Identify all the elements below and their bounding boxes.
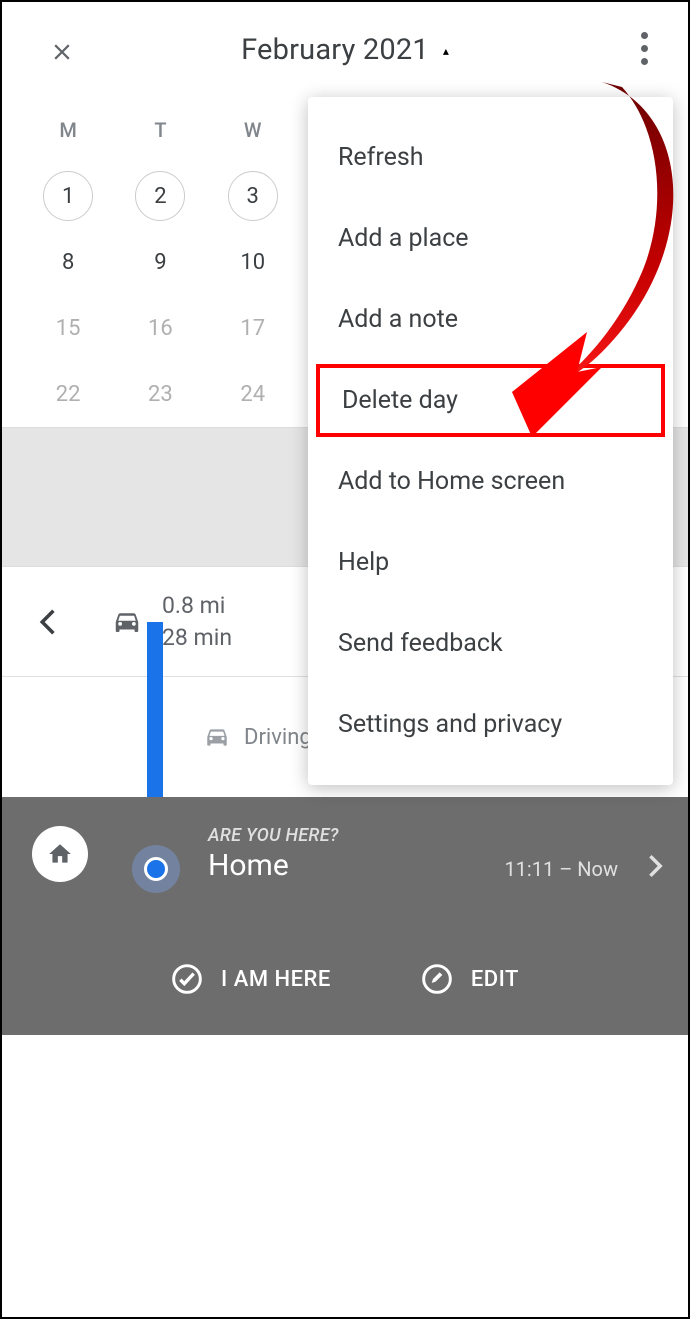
menu-item-refresh[interactable]: Refresh: [308, 117, 673, 198]
header-title: February 2021: [241, 33, 429, 67]
calendar-day[interactable]: 23: [114, 361, 206, 427]
weekday-tue: T: [114, 97, 206, 163]
place-time: 11:11 – Now: [504, 857, 618, 881]
menu-item-add-note[interactable]: Add a note: [308, 279, 673, 360]
current-location-dot: [132, 845, 180, 893]
segment-label: Driving: [202, 724, 312, 750]
place-name: Home: [208, 848, 339, 883]
calendar-day[interactable]: 22: [22, 361, 114, 427]
car-icon: [109, 607, 145, 637]
calendar-day[interactable]: 24: [207, 361, 299, 427]
menu-item-help[interactable]: Help: [308, 522, 673, 603]
calendar-day[interactable]: 16: [114, 295, 206, 361]
trip-distance: 0.8 mi: [162, 590, 232, 621]
edit-circle-icon: [421, 963, 453, 995]
calendar-day[interactable]: 2: [114, 163, 206, 229]
segment-mode: Driving: [244, 725, 312, 750]
caret-up-icon: ▴: [443, 44, 449, 58]
calendar-day[interactable]: 15: [22, 295, 114, 361]
edit-button[interactable]: EDIT: [421, 963, 519, 995]
confirm-label: I AM HERE: [221, 967, 331, 992]
weekday-wed: W: [207, 97, 299, 163]
place-actions: I AM HERE EDIT: [32, 963, 658, 995]
trip-info: 0.8 mi 28 min: [162, 590, 232, 652]
menu-item-settings-privacy[interactable]: Settings and privacy: [308, 684, 673, 765]
month-picker[interactable]: February 2021 ▴: [241, 33, 449, 67]
place-card: ARE YOU HERE? Home 11:11 – Now I AM HERE…: [2, 797, 688, 1035]
menu-item-delete-day[interactable]: Delete day: [312, 360, 669, 441]
calendar-day[interactable]: 10: [207, 229, 299, 295]
home-icon: [47, 841, 73, 867]
overflow-menu: Refresh Add a place Add a note Delete da…: [308, 97, 673, 785]
more-button[interactable]: [641, 32, 648, 65]
trip-duration: 28 min: [162, 622, 232, 653]
calendar-day[interactable]: 17: [207, 295, 299, 361]
calendar-day[interactable]: 8: [22, 229, 114, 295]
menu-item-add-place[interactable]: Add a place: [308, 198, 673, 279]
previous-button[interactable]: [2, 609, 92, 635]
check-circle-icon: [171, 963, 203, 995]
place-prompt: ARE YOU HERE?: [208, 825, 339, 846]
header: February 2021 ▴: [2, 2, 688, 97]
chevron-right-icon: [649, 852, 663, 885]
chevron-left-icon: [39, 609, 55, 635]
confirm-here-button[interactable]: I AM HERE: [171, 963, 331, 995]
place-row[interactable]: ARE YOU HERE? Home 11:11 – Now: [32, 825, 658, 883]
car-icon: [202, 724, 232, 750]
calendar-day[interactable]: 1: [22, 163, 114, 229]
calendar-day[interactable]: 3: [207, 163, 299, 229]
menu-item-add-home-screen[interactable]: Add to Home screen: [308, 441, 673, 522]
menu-item-send-feedback[interactable]: Send feedback: [308, 603, 673, 684]
place-icon-wrap: [32, 826, 88, 882]
edit-label: EDIT: [471, 967, 519, 992]
weekday-mon: M: [22, 97, 114, 163]
calendar-day[interactable]: 9: [114, 229, 206, 295]
place-text: ARE YOU HERE? Home: [208, 825, 339, 883]
close-button[interactable]: [42, 32, 82, 72]
app-frame: February 2021 ▴ M T W T F S S 1 2 3 4 5 …: [0, 0, 690, 1319]
more-icon: [641, 32, 648, 39]
close-icon: [49, 39, 75, 65]
